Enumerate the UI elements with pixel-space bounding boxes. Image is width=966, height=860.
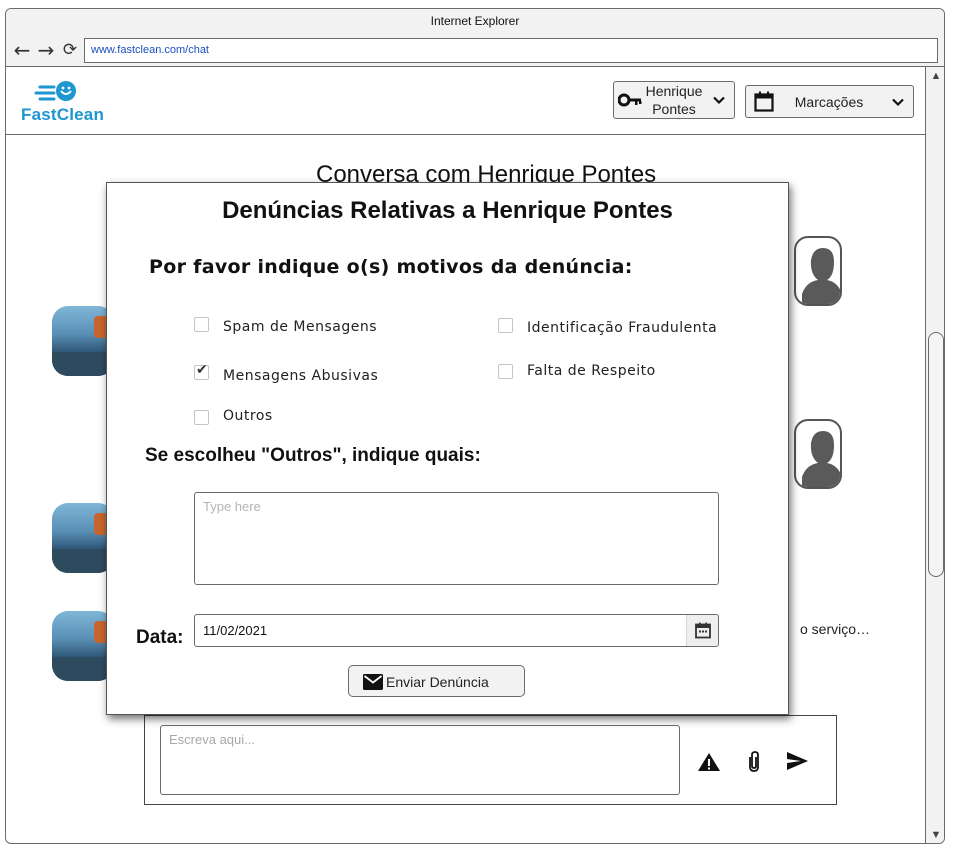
paperclip-icon[interactable] <box>742 750 766 774</box>
checkbox-spam[interactable] <box>194 317 209 332</box>
checkbox-abusive-messages[interactable]: ✔ <box>194 362 209 380</box>
window-title: Internet Explorer <box>6 9 944 35</box>
arrow-right-icon[interactable]: → <box>36 39 56 61</box>
chevron-down-icon <box>892 98 904 107</box>
arrow-left-icon[interactable]: ← <box>12 39 32 61</box>
option-label-spam: Spam de Mensagens <box>223 319 377 335</box>
date-value: 11/02/2021 <box>203 623 268 638</box>
scrollbar-thumb[interactable] <box>928 332 944 577</box>
contact-avatar <box>52 306 114 376</box>
page-scrollbar[interactable]: ▲ ▼ <box>925 67 944 843</box>
checkbox-disrespect[interactable] <box>498 364 513 379</box>
account-name-last: Pontes <box>652 101 696 117</box>
send-icon[interactable] <box>785 749 809 773</box>
message-input[interactable] <box>160 725 680 795</box>
date-picker-button[interactable] <box>686 615 718 646</box>
chevron-down-icon <box>713 96 725 105</box>
option-label-disrespect: Falta de Respeito <box>527 363 656 379</box>
scroll-down-icon[interactable]: ▼ <box>929 829 943 841</box>
app-header: FastClean Henrique Pontes Marcações <box>6 67 925 135</box>
submit-report-label: Enviar Denúncia <box>386 674 489 690</box>
option-label-fraudulent-id: Identificação Fraudulenta <box>527 320 718 336</box>
message-composer <box>144 715 837 805</box>
bookings-dropdown[interactable]: Marcações <box>745 85 914 118</box>
calendar-icon <box>754 91 774 112</box>
contact-avatar <box>52 611 114 681</box>
message-text: o serviço… <box>800 621 871 637</box>
navigation-bar: ← → ⟳ www.fastclean.com/chat <box>6 35 944 67</box>
date-field[interactable]: 11/02/2021 <box>194 614 719 647</box>
account-name-first: Henrique <box>645 83 703 99</box>
report-dialog: Denúncias Relativas a Henrique Pontes Po… <box>106 182 789 715</box>
account-dropdown[interactable]: Henrique Pontes <box>613 81 735 119</box>
logo-text: FastClean <box>21 105 105 124</box>
user-avatar-icon <box>794 236 842 306</box>
option-label-others: Outros <box>223 408 273 424</box>
checkmark-icon: ✔ <box>196 362 208 378</box>
report-reasons-question: Por favor indique o(s) motivos da denúnc… <box>149 256 633 278</box>
refresh-icon[interactable]: ⟳ <box>60 39 80 61</box>
checkbox-others[interactable] <box>194 410 209 425</box>
key-icon <box>618 93 642 107</box>
submit-report-button[interactable]: Enviar Denúncia <box>348 665 525 697</box>
checkbox-fraudulent-id[interactable] <box>498 318 513 333</box>
dialog-title: Denúncias Relativas a Henrique Pontes <box>222 197 673 224</box>
others-question: Se escolheu "Outros", indique quais: <box>145 445 481 466</box>
option-label-abusive-messages: Mensagens Abusivas <box>223 368 379 384</box>
scroll-up-icon[interactable]: ▲ <box>929 70 943 82</box>
contact-avatar <box>52 503 114 573</box>
date-label: Data: <box>136 627 184 648</box>
others-input[interactable] <box>194 492 719 585</box>
warning-icon[interactable] <box>697 750 721 774</box>
mail-icon <box>363 674 383 690</box>
user-avatar-icon <box>794 419 842 489</box>
bookings-label: Marcações <box>794 94 864 110</box>
address-bar[interactable]: www.fastclean.com/chat <box>84 38 938 63</box>
calendar-icon <box>695 622 711 639</box>
